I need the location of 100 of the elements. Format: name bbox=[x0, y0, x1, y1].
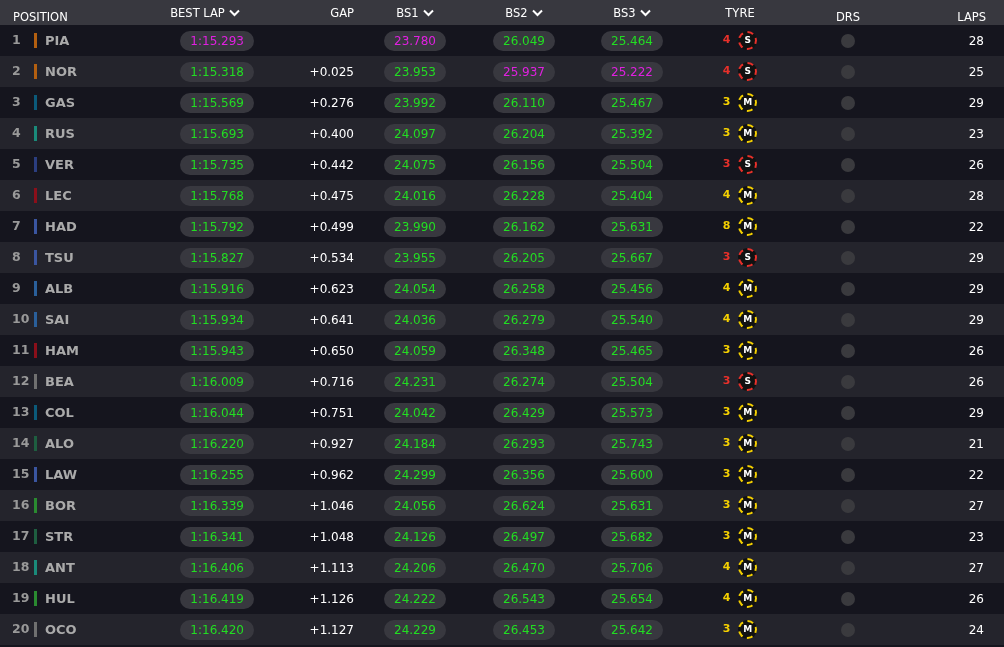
laps-count: 29 bbox=[968, 94, 984, 112]
tyre-age: 3 bbox=[722, 156, 731, 173]
tyre-age: 4 bbox=[722, 559, 731, 576]
driver-code: HAM bbox=[45, 341, 79, 360]
time-pill: 26.156 bbox=[493, 154, 555, 175]
tyre-age: 8 bbox=[722, 218, 731, 235]
gap-text: +1.048 bbox=[309, 528, 354, 546]
tyre-compound-icon: M bbox=[738, 279, 758, 298]
time-pill: 23.780 bbox=[384, 30, 446, 51]
time-pill: 24.042 bbox=[384, 402, 446, 423]
laps-count: 26 bbox=[968, 373, 984, 391]
time-pill: 24.222 bbox=[384, 588, 446, 609]
time-pill: 1:16.220 bbox=[180, 433, 254, 454]
driver-code: BOR bbox=[45, 496, 76, 515]
tyre-age: 3 bbox=[722, 249, 731, 266]
time-pill: 24.059 bbox=[384, 340, 446, 361]
time-pill: 24.036 bbox=[384, 309, 446, 330]
laps-count: 29 bbox=[968, 404, 984, 422]
position-number: 20 bbox=[12, 620, 31, 639]
tyre-compound-icon: M bbox=[738, 465, 758, 484]
time-pill: 25.682 bbox=[601, 526, 663, 547]
chevron-down-icon[interactable] bbox=[228, 8, 240, 17]
time-pill: 25.667 bbox=[601, 247, 663, 268]
time-pill: 26.356 bbox=[493, 464, 555, 485]
column-header[interactable]: BS1 bbox=[360, 0, 470, 25]
laps-count: 24 bbox=[968, 621, 984, 639]
time-pill: 24.184 bbox=[384, 433, 446, 454]
tyre-age: 3 bbox=[722, 621, 731, 638]
time-pill: 25.654 bbox=[601, 588, 663, 609]
tyre-compound-icon: M bbox=[738, 620, 758, 639]
tyre-compound-icon: S bbox=[738, 62, 758, 81]
column-header: GAP bbox=[329, 4, 355, 22]
time-pill: 25.222 bbox=[601, 61, 663, 82]
gap-text: +0.400 bbox=[309, 125, 354, 143]
position-number: 9 bbox=[12, 279, 22, 298]
gap-text: +0.025 bbox=[309, 63, 354, 81]
chevron-down-icon[interactable] bbox=[422, 8, 434, 17]
driver-code: SAI bbox=[45, 310, 70, 329]
time-pill: 24.231 bbox=[384, 371, 446, 392]
time-pill: 25.392 bbox=[601, 123, 663, 144]
time-pill: 1:15.318 bbox=[180, 61, 254, 82]
laps-count: 25 bbox=[968, 63, 984, 81]
gap-text: +0.927 bbox=[309, 435, 354, 453]
chevron-down-icon[interactable] bbox=[639, 8, 651, 17]
position-number: 11 bbox=[12, 341, 31, 360]
tyre-age: 3 bbox=[722, 528, 731, 545]
tyre-age: 3 bbox=[722, 94, 731, 111]
time-pill: 1:15.916 bbox=[180, 278, 254, 299]
driver-code: COL bbox=[45, 403, 74, 422]
time-pill: 1:16.419 bbox=[180, 588, 254, 609]
position-number: 10 bbox=[12, 310, 31, 329]
time-pill: 1:15.943 bbox=[180, 340, 254, 361]
time-pill: 1:15.792 bbox=[180, 216, 254, 237]
tyre-compound-icon: M bbox=[738, 434, 758, 453]
gap-text: +0.442 bbox=[309, 156, 354, 174]
tyre-compound-icon: S bbox=[738, 372, 758, 391]
time-pill: 25.540 bbox=[601, 309, 663, 330]
laps-count: 29 bbox=[968, 249, 984, 267]
time-pill: 23.955 bbox=[384, 247, 446, 268]
tyre-compound-icon: M bbox=[738, 403, 758, 422]
drs-indicator bbox=[841, 219, 855, 234]
gap-text: +1.126 bbox=[309, 590, 354, 608]
time-pill: 26.348 bbox=[493, 340, 555, 361]
driver-code: ALO bbox=[45, 434, 74, 453]
gap-text: +1.127 bbox=[309, 621, 354, 639]
time-pill: 1:16.009 bbox=[180, 371, 254, 392]
gap-text: +0.751 bbox=[309, 404, 354, 422]
position-number: 17 bbox=[12, 527, 31, 546]
chevron-down-icon[interactable] bbox=[531, 8, 543, 17]
column-header[interactable]: BS3 bbox=[578, 0, 686, 25]
gap-text: +0.534 bbox=[309, 249, 354, 267]
driver-code: OCO bbox=[45, 620, 77, 639]
tyre-age: 4 bbox=[722, 63, 731, 80]
tyre-age: 3 bbox=[722, 373, 731, 390]
gap-text: +0.962 bbox=[309, 466, 354, 484]
time-pill: 24.075 bbox=[384, 154, 446, 175]
position-number: 18 bbox=[12, 558, 31, 577]
time-pill: 26.205 bbox=[493, 247, 555, 268]
gap-text: +0.276 bbox=[309, 94, 354, 112]
time-pill: 1:15.293 bbox=[180, 30, 254, 51]
tyre-compound-icon: S bbox=[738, 155, 758, 174]
tyre-age: 3 bbox=[722, 435, 731, 452]
time-pill: 26.453 bbox=[493, 619, 555, 640]
driver-code: NOR bbox=[45, 62, 77, 81]
drs-indicator bbox=[841, 405, 855, 420]
driver-code: GAS bbox=[45, 93, 76, 112]
column-header: LAPS bbox=[956, 8, 987, 26]
position-number: 4 bbox=[12, 124, 22, 143]
position-number: 14 bbox=[12, 434, 31, 453]
time-pill: 26.543 bbox=[493, 588, 555, 609]
time-pill: 1:15.569 bbox=[180, 92, 254, 113]
column-header[interactable]: BEST LAP bbox=[150, 0, 260, 25]
time-pill: 25.631 bbox=[601, 216, 663, 237]
tyre-compound-icon: M bbox=[738, 558, 758, 577]
time-pill: 26.429 bbox=[493, 402, 555, 423]
time-pill: 24.054 bbox=[384, 278, 446, 299]
column-header[interactable]: BS2 bbox=[470, 0, 578, 25]
driver-code: RUS bbox=[45, 124, 75, 143]
position-number: 16 bbox=[12, 496, 31, 515]
position-number: 12 bbox=[12, 372, 31, 391]
